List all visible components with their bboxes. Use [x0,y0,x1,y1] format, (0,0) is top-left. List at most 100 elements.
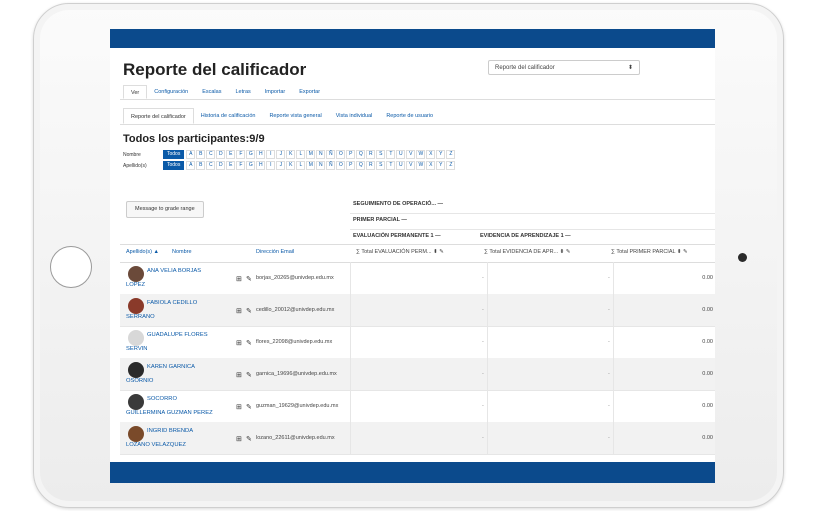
student-name-line1[interactable]: INGRID BRENDA [147,428,193,434]
student-name-line2[interactable]: SERRANO [126,314,155,320]
grade-cell-primer-parcial[interactable]: 0.00 [702,339,713,345]
grid-icon[interactable]: ⊞ [236,435,242,443]
grade-cell-primer-parcial[interactable]: 0.00 [702,307,713,313]
grade-cell-evaluacion[interactable]: - [482,435,484,441]
letter-filter[interactable]: I [266,161,276,170]
grade-cell-evidencia[interactable]: - [608,403,610,409]
column-name[interactable]: Nombre [172,249,192,255]
grid-icon[interactable]: ⊞ [236,275,242,283]
filter-name-all[interactable]: Todos [163,150,185,159]
grid-icon[interactable]: ⊞ [236,307,242,315]
letter-filter[interactable]: D [216,161,226,170]
pencil-icon[interactable]: ✎ [566,249,571,255]
tab-configuracion[interactable]: Configuración [147,85,195,99]
avatar[interactable] [128,298,144,314]
avatar[interactable] [128,330,144,346]
letter-filter[interactable]: W [416,150,426,159]
student-name-line1[interactable]: SOCORRO [147,396,177,402]
letter-filter[interactable]: R [366,150,376,159]
sort-icon[interactable]: ⬍ [560,249,565,255]
letter-filter[interactable]: U [396,150,406,159]
tab-escalas[interactable]: Escalas [195,85,228,99]
pencil-icon[interactable]: ✎ [439,249,444,255]
tab-importar[interactable]: Importar [258,85,292,99]
tab-ver[interactable]: Ver [123,85,148,99]
grade-cell-evaluacion[interactable]: - [482,307,484,313]
student-name-line2[interactable]: SERVIN [126,346,147,352]
grade-cell-evidencia[interactable]: - [608,435,610,441]
column-total-evidencia[interactable]: ∑ Total EVIDENCIA DE APR... ⬍ ✎ [484,249,570,255]
pencil-icon[interactable]: ✎ [246,403,252,411]
grade-cell-evidencia[interactable]: - [608,307,610,313]
column-total-evaluacion[interactable]: ∑ Total EVALUACIÓN PERM... ⬍ ✎ [356,249,444,255]
pencil-icon[interactable]: ✎ [246,339,252,347]
pencil-icon[interactable]: ✎ [683,249,688,255]
letter-filter[interactable]: I [266,150,276,159]
grade-cell-primer-parcial[interactable]: 0.00 [702,435,713,441]
letter-filter[interactable]: V [406,150,416,159]
student-name-line2[interactable]: OSORNIO [126,378,153,384]
avatar[interactable] [128,362,144,378]
subtab-reporte-usuario[interactable]: Reporte de usuario [379,108,440,124]
letter-filter[interactable]: Ñ [326,161,336,170]
report-select[interactable]: Reporte del calificador ⬍ [488,60,640,75]
letter-filter[interactable]: V [406,161,416,170]
grade-cell-evaluacion[interactable]: - [482,339,484,345]
letter-filter[interactable]: B [196,161,206,170]
letter-filter[interactable]: P [346,150,356,159]
message-grade-range-button[interactable]: Message to grade range [126,201,204,218]
letter-filter[interactable]: Y [436,150,446,159]
letter-filter[interactable]: M [306,161,316,170]
pencil-icon[interactable]: ✎ [246,275,252,283]
pencil-icon[interactable]: ✎ [246,371,252,379]
letter-filter[interactable]: N [316,161,326,170]
grade-cell-evidencia[interactable]: - [608,275,610,281]
letter-filter[interactable]: S [376,150,386,159]
sort-icon[interactable]: ⬍ [433,249,438,255]
letter-filter[interactable]: N [316,150,326,159]
letter-filter[interactable]: Y [436,161,446,170]
student-name-line2[interactable]: LOZANO VELAZQUEZ [126,442,186,448]
letter-filter[interactable]: X [426,161,436,170]
filter-surname-all[interactable]: Todos [163,161,185,170]
category-seguimiento[interactable]: SEGUIMIENTO DE OPERACIÓ... — [353,201,443,207]
column-surname[interactable]: Apellido(s) ▲ [126,249,159,255]
letter-filter[interactable]: T [386,161,396,170]
letter-filter[interactable]: L [296,161,306,170]
grade-cell-evidencia[interactable]: - [608,339,610,345]
letter-filter[interactable]: F [236,150,246,159]
letter-filter[interactable]: J [276,161,286,170]
student-name-line1[interactable]: KAREN GARNICA [147,364,195,370]
grid-icon[interactable]: ⊞ [236,403,242,411]
grid-icon[interactable]: ⊞ [236,339,242,347]
letter-filter[interactable]: E [226,161,236,170]
letter-filter[interactable]: W [416,161,426,170]
grade-cell-evaluacion[interactable]: - [482,371,484,377]
letter-filter[interactable]: C [206,161,216,170]
pencil-icon[interactable]: ✎ [246,307,252,315]
home-button[interactable] [50,246,92,288]
letter-filter[interactable]: Q [356,161,366,170]
letter-filter[interactable]: A [186,150,196,159]
letter-filter[interactable]: O [336,161,346,170]
letter-filter[interactable]: D [216,150,226,159]
avatar[interactable] [128,394,144,410]
student-name-line2[interactable]: LOPEZ [126,282,145,288]
student-name-line2[interactable]: GUILLERMINA GUZMAN PEREZ [126,410,213,416]
letter-filter[interactable]: K [286,161,296,170]
grade-cell-primer-parcial[interactable]: 0.00 [702,275,713,281]
letter-filter[interactable]: R [366,161,376,170]
letter-filter[interactable]: X [426,150,436,159]
letter-filter[interactable]: H [256,161,266,170]
letter-filter[interactable]: E [226,150,236,159]
letter-filter[interactable]: Z [446,150,456,159]
grade-cell-primer-parcial[interactable]: 0.00 [702,371,713,377]
student-name-line1[interactable]: FABIOLA CEDILLO [147,300,197,306]
letter-filter[interactable]: G [246,150,256,159]
letter-filter[interactable]: T [386,150,396,159]
letter-filter[interactable]: L [296,150,306,159]
letter-filter[interactable]: M [306,150,316,159]
subtab-historia[interactable]: Historia de calificación [194,108,263,124]
letter-filter[interactable]: B [196,150,206,159]
letter-filter[interactable]: A [186,161,196,170]
